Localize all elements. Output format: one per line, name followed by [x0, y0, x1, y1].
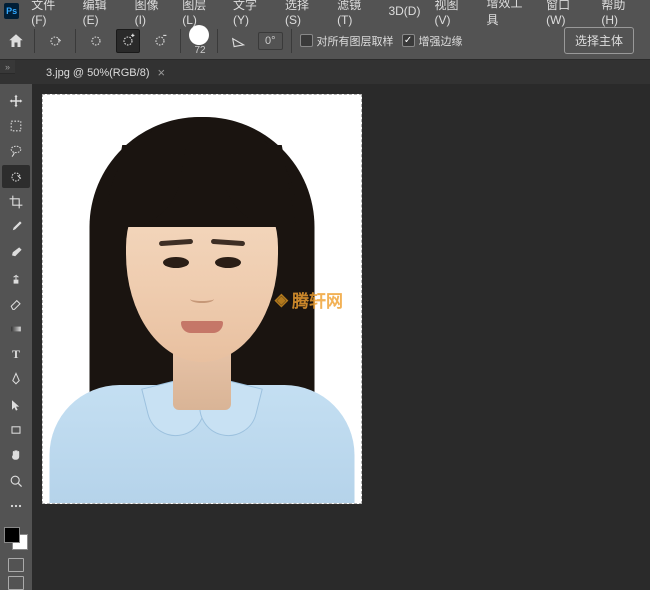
- divider: [180, 29, 181, 53]
- lasso-tool[interactable]: [2, 140, 30, 163]
- menu-text[interactable]: 文字(Y): [227, 0, 277, 30]
- brush-preview[interactable]: [189, 25, 209, 45]
- quick-select-tool[interactable]: [2, 165, 30, 188]
- document-tabs: 3.jpg @ 50%(RGB/8) ×: [0, 60, 650, 84]
- type-tool[interactable]: T: [2, 342, 30, 365]
- tools-panel: T: [0, 84, 32, 590]
- home-icon[interactable]: [6, 31, 26, 51]
- menu-filter[interactable]: 滤镜(T): [331, 0, 380, 30]
- divider: [291, 29, 292, 53]
- smart-radius-checkbox[interactable]: 增强边缘: [402, 33, 463, 49]
- select-subject-button[interactable]: 选择主体: [564, 27, 634, 54]
- sample-all-label: 对所有图层取样: [317, 33, 394, 49]
- gradient-tool[interactable]: [2, 317, 30, 340]
- menu-window[interactable]: 窗口(W): [540, 0, 593, 30]
- angle-input[interactable]: 0°: [258, 32, 283, 50]
- add-selection-icon[interactable]: [116, 29, 140, 53]
- zoom-tool[interactable]: [2, 469, 30, 492]
- menu-bar: Ps 文件(F) 编辑(E) 图像(I) 图层(L) 文字(Y) 选择(S) 滤…: [0, 0, 650, 22]
- rectangle-tool[interactable]: [2, 418, 30, 441]
- tool-preset-icon[interactable]: [43, 29, 67, 53]
- menu-edit[interactable]: 编辑(E): [77, 0, 127, 30]
- more-tools-icon[interactable]: [2, 494, 30, 517]
- smart-radius-label: 增强边缘: [419, 33, 463, 49]
- crop-tool[interactable]: [2, 190, 30, 213]
- canvas-viewport[interactable]: 腾轩网: [32, 84, 650, 590]
- menu-view[interactable]: 视图(V): [428, 0, 478, 30]
- clone-tool[interactable]: [2, 266, 30, 289]
- sample-all-checkbox[interactable]: 对所有图层取样: [300, 33, 394, 49]
- eyedropper-tool[interactable]: [2, 216, 30, 239]
- new-selection-icon[interactable]: [84, 29, 108, 53]
- move-tool[interactable]: [2, 89, 30, 112]
- direct-select-tool[interactable]: [2, 393, 30, 416]
- hand-tool[interactable]: [2, 444, 30, 467]
- menu-file[interactable]: 文件(F): [25, 0, 74, 30]
- subtract-selection-icon[interactable]: [148, 29, 172, 53]
- menu-select[interactable]: 选择(S): [279, 0, 329, 30]
- svg-text:T: T: [12, 347, 20, 361]
- pen-tool[interactable]: [2, 368, 30, 391]
- divider: [217, 29, 218, 53]
- menu-help[interactable]: 帮助(H): [595, 0, 646, 30]
- menu-image[interactable]: 图像(I): [129, 0, 175, 30]
- divider: [75, 29, 76, 53]
- document-tab[interactable]: 3.jpg @ 50%(RGB/8) ×: [36, 60, 173, 84]
- workspace: T: [0, 84, 650, 590]
- color-swatches[interactable]: [4, 527, 28, 550]
- app-logo: Ps: [4, 3, 19, 19]
- brush-tool[interactable]: [2, 241, 30, 264]
- foreground-color-swatch[interactable]: [4, 527, 20, 543]
- menu-3d[interactable]: 3D(D): [382, 1, 426, 21]
- menu-plugins[interactable]: 增效工具: [480, 0, 538, 31]
- brush-size-label: 72: [194, 45, 205, 56]
- eraser-tool[interactable]: [2, 292, 30, 315]
- angle-value: 0°: [265, 35, 276, 47]
- tab-title: 3.jpg @ 50%(RGB/8): [46, 67, 150, 79]
- panel-expand-icon[interactable]: [0, 60, 15, 74]
- angle-icon[interactable]: [226, 29, 250, 53]
- document-canvas[interactable]: 腾轩网: [42, 94, 362, 504]
- screen-mode-icon[interactable]: [8, 576, 24, 590]
- watermark-text: 腾轩网: [275, 287, 343, 312]
- marquee-tool[interactable]: [2, 114, 30, 137]
- quick-mask-icon[interactable]: [8, 558, 24, 572]
- close-icon[interactable]: ×: [158, 65, 166, 80]
- divider: [34, 29, 35, 53]
- checkbox-checked-icon: [402, 34, 415, 47]
- checkbox-icon: [300, 34, 313, 47]
